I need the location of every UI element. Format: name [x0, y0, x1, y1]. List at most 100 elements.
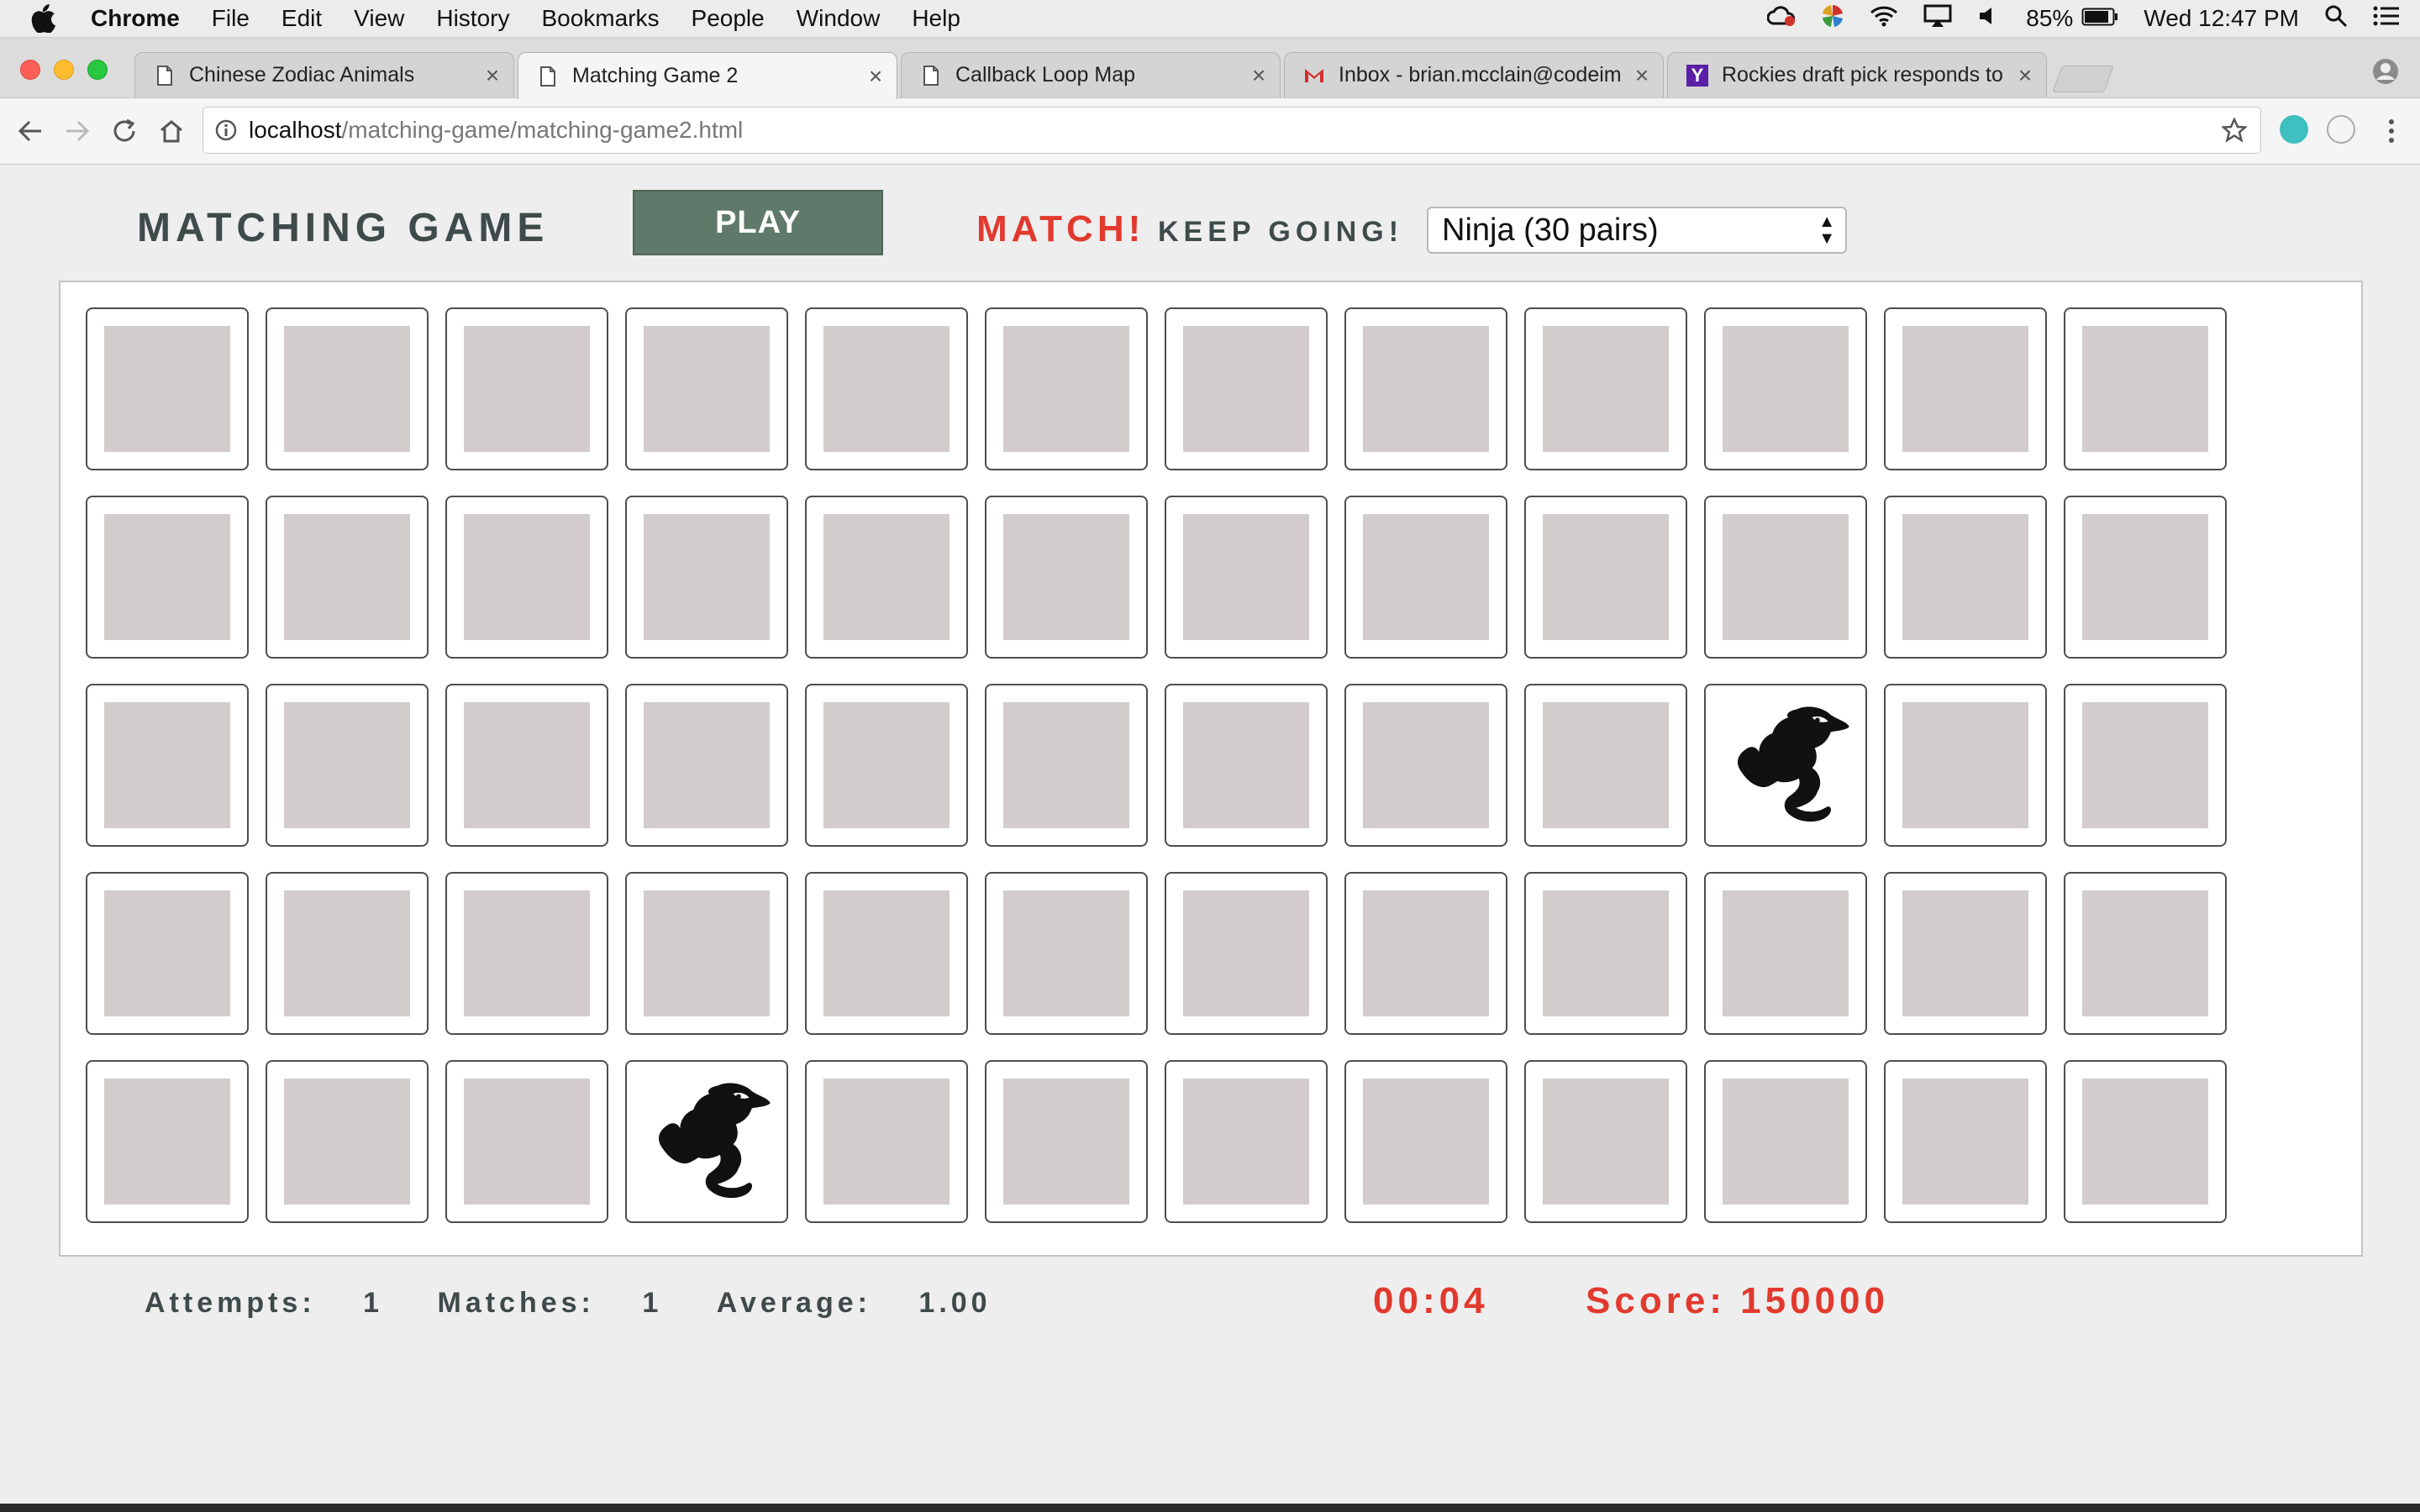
notification-center-icon[interactable]	[2373, 5, 2400, 33]
card-r2-c6[interactable]	[985, 496, 1148, 659]
close-icon[interactable]: ×	[866, 63, 885, 90]
card-r5-c11[interactable]	[1884, 1060, 2047, 1223]
play-button[interactable]: PLAY	[633, 190, 883, 255]
card-r3-c4[interactable]	[625, 684, 788, 847]
card-r3-c2[interactable]	[266, 684, 429, 847]
card-r1-c9[interactable]	[1524, 307, 1687, 470]
card-r5-c3[interactable]	[445, 1060, 608, 1223]
tab-inbox-gmail[interactable]: Inbox - brian.mcclain@codeim ×	[1284, 52, 1664, 97]
card-r2-c4[interactable]	[625, 496, 788, 659]
home-button[interactable]	[155, 114, 188, 148]
close-icon[interactable]: ×	[2016, 62, 2034, 89]
card-r4-c6[interactable]	[985, 872, 1148, 1035]
difficulty-select[interactable]: Ninja (30 pairs) ▲ ▼	[1427, 207, 1847, 254]
card-r5-c6[interactable]	[985, 1060, 1148, 1223]
menu-item-help[interactable]: Help	[912, 5, 960, 32]
card-r2-c12[interactable]	[2064, 496, 2227, 659]
window-zoom-button[interactable]	[87, 60, 108, 80]
card-r5-c4[interactable]	[625, 1060, 788, 1223]
card-r2-c5[interactable]	[805, 496, 968, 659]
card-r1-c3[interactable]	[445, 307, 608, 470]
card-r5-c5[interactable]	[805, 1060, 968, 1223]
chrome-menu-icon[interactable]	[2375, 114, 2408, 148]
card-r2-c1[interactable]	[86, 496, 249, 659]
card-r1-c10[interactable]	[1704, 307, 1867, 470]
tab-chinese-zodiac-animals[interactable]: Chinese Zodiac Animals ×	[134, 52, 514, 97]
bookmark-star-icon[interactable]	[2220, 116, 2249, 149]
card-r2-c7[interactable]	[1165, 496, 1328, 659]
card-r2-c3[interactable]	[445, 496, 608, 659]
card-r3-c6[interactable]	[985, 684, 1148, 847]
card-r1-c6[interactable]	[985, 307, 1148, 470]
extension-icon[interactable]	[2280, 115, 2308, 144]
card-r1-c11[interactable]	[1884, 307, 2047, 470]
card-r2-c10[interactable]	[1704, 496, 1867, 659]
volume-icon[interactable]	[1977, 5, 2001, 33]
menu-item-window[interactable]: Window	[797, 5, 881, 32]
card-r1-c7[interactable]	[1165, 307, 1328, 470]
card-r1-c5[interactable]	[805, 307, 968, 470]
pinwheel-icon[interactable]	[1821, 3, 1844, 34]
card-r3-c12[interactable]	[2064, 684, 2227, 847]
card-r1-c12[interactable]	[2064, 307, 2227, 470]
card-r4-c5[interactable]	[805, 872, 968, 1035]
card-r5-c7[interactable]	[1165, 1060, 1328, 1223]
spotlight-search-icon[interactable]	[2324, 4, 2348, 34]
card-r4-c1[interactable]	[86, 872, 249, 1035]
menu-item-history[interactable]: History	[436, 5, 509, 32]
creative-cloud-icon[interactable]	[1766, 5, 1796, 33]
airplay-icon[interactable]	[1923, 4, 1952, 34]
wifi-icon[interactable]	[1870, 5, 1898, 33]
card-r4-c10[interactable]	[1704, 872, 1867, 1035]
card-r1-c4[interactable]	[625, 307, 788, 470]
card-r3-c5[interactable]	[805, 684, 968, 847]
menu-item-edit[interactable]: Edit	[281, 5, 322, 32]
menu-app-name[interactable]: Chrome	[91, 5, 180, 32]
clock[interactable]: Wed 12:47 PM	[2144, 5, 2299, 32]
address-bar[interactable]: localhost/matching-game/matching-game2.h…	[203, 107, 2261, 154]
card-r4-c9[interactable]	[1524, 872, 1687, 1035]
apple-icon[interactable]	[30, 4, 67, 33]
card-r5-c10[interactable]	[1704, 1060, 1867, 1223]
profile-icon[interactable]	[2371, 57, 2400, 90]
close-icon[interactable]: ×	[1633, 62, 1651, 89]
card-r4-c2[interactable]	[266, 872, 429, 1035]
card-r4-c8[interactable]	[1344, 872, 1507, 1035]
card-r2-c11[interactable]	[1884, 496, 2047, 659]
window-minimize-button[interactable]	[54, 60, 74, 80]
card-r2-c9[interactable]	[1524, 496, 1687, 659]
card-r5-c8[interactable]	[1344, 1060, 1507, 1223]
card-r4-c4[interactable]	[625, 872, 788, 1035]
back-button[interactable]	[13, 114, 47, 148]
card-r4-c7[interactable]	[1165, 872, 1328, 1035]
card-r5-c1[interactable]	[86, 1060, 249, 1223]
extension-icon[interactable]	[2327, 115, 2355, 144]
card-r2-c8[interactable]	[1344, 496, 1507, 659]
card-r5-c9[interactable]	[1524, 1060, 1687, 1223]
close-icon[interactable]: ×	[1249, 62, 1268, 89]
card-r1-c8[interactable]	[1344, 307, 1507, 470]
card-r3-c9[interactable]	[1524, 684, 1687, 847]
tab-callback-loop-map[interactable]: Callback Loop Map ×	[901, 52, 1281, 97]
reload-button[interactable]	[108, 114, 141, 148]
menu-item-file[interactable]: File	[212, 5, 250, 32]
tab-matching-game-2[interactable]: Matching Game 2 ×	[518, 52, 897, 99]
battery-icon[interactable]	[2081, 5, 2118, 32]
card-r4-c12[interactable]	[2064, 872, 2227, 1035]
forward-button[interactable]	[60, 114, 94, 148]
card-r1-c1[interactable]	[86, 307, 249, 470]
card-r4-c11[interactable]	[1884, 872, 2047, 1035]
window-close-button[interactable]	[20, 60, 40, 80]
menu-item-view[interactable]: View	[354, 5, 404, 32]
tab-yahoo-news[interactable]: Y Rockies draft pick responds to ×	[1667, 52, 2047, 97]
card-r2-c2[interactable]	[266, 496, 429, 659]
menu-item-bookmarks[interactable]: Bookmarks	[541, 5, 659, 32]
card-r3-c10[interactable]	[1704, 684, 1867, 847]
card-r3-c1[interactable]	[86, 684, 249, 847]
card-r4-c3[interactable]	[445, 872, 608, 1035]
site-info-icon[interactable]	[215, 119, 237, 141]
card-r3-c11[interactable]	[1884, 684, 2047, 847]
card-r3-c7[interactable]	[1165, 684, 1328, 847]
card-r5-c12[interactable]	[2064, 1060, 2227, 1223]
card-r5-c2[interactable]	[266, 1060, 429, 1223]
